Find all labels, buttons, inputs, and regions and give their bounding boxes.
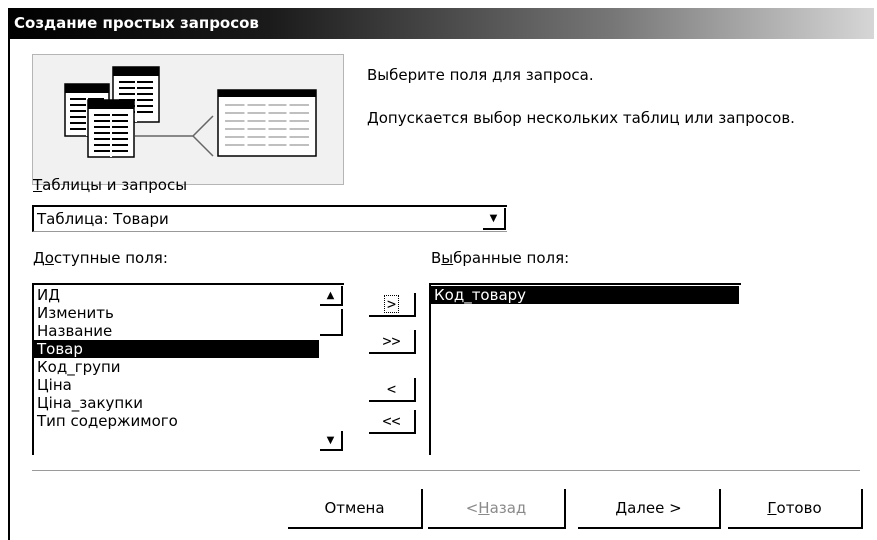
footer-separator: [32, 470, 860, 471]
available-label-accel: о: [44, 249, 54, 267]
scrollbar-thumb[interactable]: [320, 309, 343, 336]
finish-button[interactable]: Готово: [728, 489, 863, 529]
selected-fields-label: Выбранные поля:: [431, 249, 569, 267]
add-all-fields-button[interactable]: >>: [369, 330, 416, 354]
tables-queries-select[interactable]: Таблица: Товари ▼: [32, 205, 507, 232]
list-item[interactable]: Тип содержимого: [34, 412, 319, 430]
cancel-button[interactable]: Отмена: [288, 489, 423, 529]
tables-queries-label: Таблицы и запросы: [33, 176, 187, 194]
add-field-button[interactable]: >: [369, 293, 416, 317]
table-to-query-icon: [64, 66, 317, 158]
add-field-label: >: [383, 295, 400, 313]
list-item[interactable]: Код_групи: [34, 358, 319, 376]
info-text-select-fields: Выберите поля для запроса.: [367, 66, 594, 84]
available-fields-list[interactable]: ИД Изменить Название Товар Код_групи Ціна Ціна…: [32, 283, 344, 455]
remove-field-button[interactable]: <: [369, 378, 416, 402]
available-fields-items: ИД Изменить Название Товар Код_групи Ціна Ціна…: [34, 286, 319, 430]
list-item[interactable]: Код_товару: [431, 286, 739, 304]
back-button[interactable]: < Назад: [428, 489, 566, 529]
info-text-multiple-tables: Допускается выбор нескольких таблиц или …: [367, 109, 795, 127]
available-label-text: ступные поля:: [53, 249, 168, 267]
next-label-accel: Д: [615, 499, 628, 517]
list-item[interactable]: Товар: [34, 340, 319, 358]
back-label-accel: Н: [478, 499, 490, 517]
selected-fields-list[interactable]: Код_товару: [429, 283, 741, 455]
finish-label-text: отово: [776, 499, 822, 517]
finish-label-accel: Г: [767, 499, 777, 517]
next-label-text: алее >: [627, 499, 682, 517]
window-title: Создание простых запросов: [8, 8, 874, 39]
back-label-text: азад: [489, 499, 527, 517]
list-item[interactable]: Ціна_закупки: [34, 394, 319, 412]
tables-queries-selected-value: Таблица: Товари: [37, 210, 169, 228]
available-fields-label: Доступные поля:: [33, 249, 168, 267]
tables-label-accel: Т: [33, 176, 43, 194]
dropdown-arrow-icon[interactable]: ▼: [483, 208, 506, 230]
selected-fields-items: Код_товару: [431, 286, 739, 304]
selected-label-accel: ы: [441, 249, 454, 267]
list-item[interactable]: ИД: [34, 286, 319, 304]
list-item[interactable]: Изменить: [34, 304, 319, 322]
list-item[interactable]: Ціна: [34, 376, 319, 394]
wizard-illustration: [32, 54, 344, 185]
next-button[interactable]: Далее >: [578, 489, 721, 529]
remove-all-fields-button[interactable]: <<: [369, 410, 416, 434]
list-item[interactable]: Название: [34, 322, 319, 340]
scroll-up-arrow-icon[interactable]: ▲: [320, 286, 343, 306]
dialog-left-border: [8, 39, 10, 540]
selected-label-pre: В: [431, 249, 442, 267]
scroll-down-arrow-icon[interactable]: ▼: [320, 431, 343, 451]
selected-label-text: бранные поля:: [453, 249, 570, 267]
available-label-pre: Д: [33, 249, 45, 267]
tables-label-text: аблицы и запросы: [42, 176, 188, 194]
back-label-pre: <: [465, 499, 479, 517]
